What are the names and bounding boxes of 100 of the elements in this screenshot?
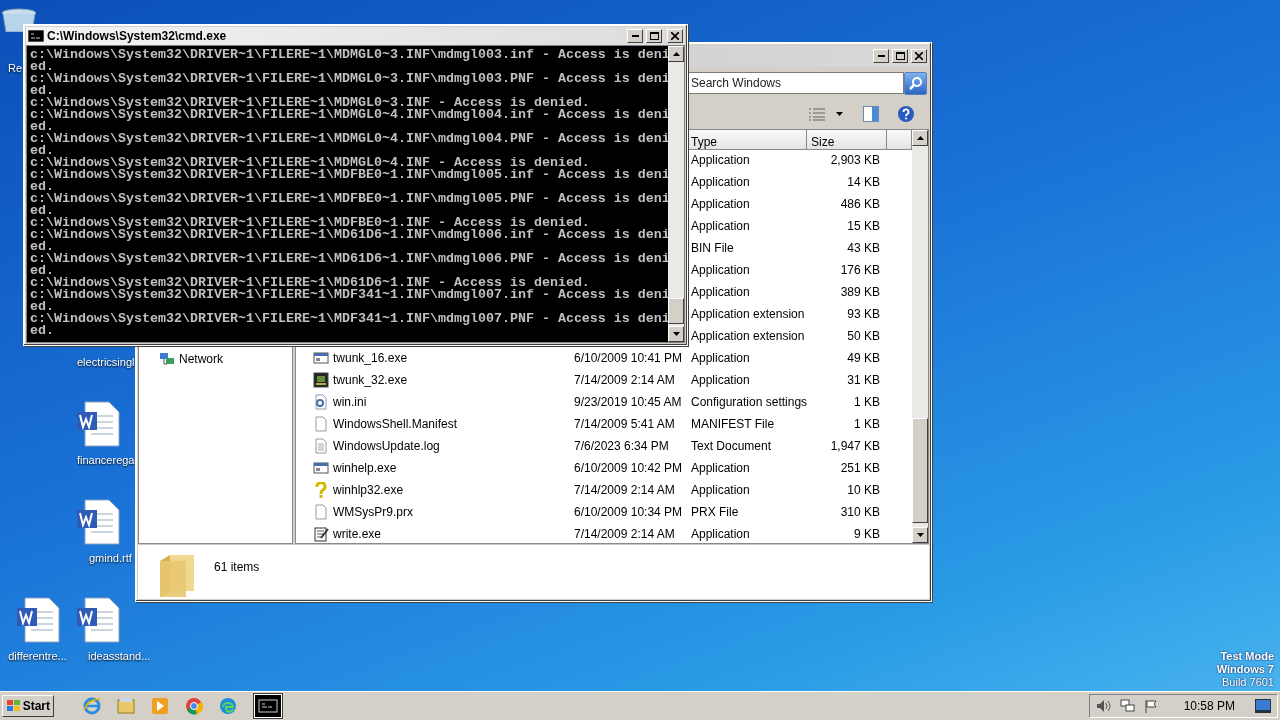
file-row[interactable]: win.ini 9/23/2019 10:45 AM Configuration settings 1 KB <box>296 391 912 413</box>
file-row[interactable]: WindowsShell.Manifest 7/14/2009 5:41 AM MANIFEST File 1 KB <box>296 413 912 435</box>
preview-pane-icon[interactable] <box>863 106 879 123</box>
file-type: Application <box>690 263 751 277</box>
console-line: c:\Windows\System32\DRIVER~1\FILERE~1\MDFBE0~1.INF - Access is denied. <box>30 217 590 229</box>
close-button[interactable] <box>911 49 927 63</box>
browser-e-icon <box>82 696 102 716</box>
file-type: Application <box>690 461 751 475</box>
file-size: 1 KB <box>853 395 881 409</box>
scroll-up-button[interactable] <box>668 46 684 62</box>
network-icon <box>159 352 175 366</box>
document-icon <box>75 400 121 448</box>
window-icon <box>313 460 329 476</box>
help-icon[interactable] <box>897 105 915 124</box>
date-modified: 7/14/2009 2:14 AM <box>574 527 675 541</box>
edge-icon <box>218 696 238 716</box>
scanner-icon <box>313 372 329 388</box>
navigation-item[interactable]: Network <box>159 350 292 368</box>
arrow-up-icon <box>916 136 924 140</box>
maximize-button[interactable] <box>892 49 908 63</box>
system-info-text: Build 7601 <box>1222 676 1274 689</box>
file-name: WindowsShell.Manifest <box>333 417 458 431</box>
file-row[interactable]: winhelp.exe 6/10/2009 10:42 PM Application 251 KB <box>296 457 912 479</box>
speaker-icon[interactable] <box>1095 699 1112 713</box>
scroll-thumb[interactable] <box>912 418 928 523</box>
file-type: Application extension <box>690 329 806 343</box>
file-type: Application extension <box>690 307 806 321</box>
file-row[interactable]: twunk_16.exe 6/10/2009 10:41 PM Application 49 KB <box>296 347 912 369</box>
desktop-icon-label[interactable]: financerega <box>75 454 135 466</box>
file-row[interactable]: WindowsUpdate.log 7/6/2023 6:34 PM Text Document 1,947 KB <box>296 435 912 457</box>
maximize-icon <box>649 32 659 40</box>
file-size: 2,903 KB <box>829 153 881 167</box>
window-title: C:\Windows\System32\cmd.exe <box>47 29 228 43</box>
date-modified: 7/14/2009 5:41 AM <box>574 417 675 431</box>
file-type: Application <box>690 527 751 541</box>
console-line: ed. <box>30 241 54 253</box>
column-header[interactable]: Size <box>807 130 887 150</box>
file-size: 310 KB <box>839 505 881 519</box>
maximize-button[interactable] <box>646 29 662 43</box>
arrow-down-icon <box>836 112 843 117</box>
document-icon <box>75 498 121 546</box>
desktop-icon-label[interactable]: electricsingl <box>75 356 135 368</box>
file-name: WindowsUpdate.log <box>333 439 440 453</box>
desktop-icon-label[interactable]: Re <box>0 62 23 74</box>
arrow-up-icon <box>672 52 680 56</box>
file-name: twunk_16.exe <box>333 351 408 365</box>
settings-file-icon <box>313 394 329 410</box>
start-button[interactable]: Start <box>2 695 54 717</box>
document-icon <box>14 596 61 644</box>
desktop-icon-label[interactable]: differentre... <box>8 650 67 662</box>
minimize-icon <box>631 35 639 37</box>
minimize-button[interactable] <box>627 29 643 43</box>
folder-icon <box>116 696 136 716</box>
search-button[interactable] <box>904 71 927 95</box>
file-size: 49 KB <box>846 351 881 365</box>
maximize-icon <box>895 52 905 60</box>
date-modified: 7/6/2023 6:34 PM <box>574 439 669 453</box>
network-icon[interactable] <box>1119 699 1136 713</box>
scroll-down-button[interactable] <box>668 326 684 342</box>
console-line: ed. <box>30 301 54 313</box>
dropdown-arrow-icon[interactable] <box>836 112 843 117</box>
date-modified: 9/23/2019 10:45 AM <box>574 395 682 409</box>
file-row[interactable]: WMSysPr9.prx 6/10/2009 10:34 PM PRX File 310 KB <box>296 501 912 523</box>
item-count: 61 items <box>214 560 260 574</box>
scrollbar[interactable] <box>668 46 684 342</box>
flag-icon[interactable] <box>1143 699 1158 713</box>
file-type: Application <box>690 373 751 387</box>
show-desktop-icon[interactable] <box>1255 699 1271 713</box>
scroll-up-button[interactable] <box>912 130 928 146</box>
file-name: winhlp32.exe <box>333 483 404 497</box>
desktop-icon-label[interactable]: gmind.rtf <box>75 552 132 564</box>
scrollbar[interactable] <box>912 130 928 543</box>
close-button[interactable] <box>667 29 683 43</box>
console-line: c:\Windows\System32\DRIVER~1\FILERE~1\MDMGL0~4.INF - Access is denied. <box>30 157 590 169</box>
scroll-thumb[interactable] <box>668 298 684 324</box>
console-line: c:\Windows\System32\DRIVER~1\FILERE~1\MD61D6~1.INF - Access is denied. <box>30 277 590 289</box>
file-type: Application <box>690 351 751 365</box>
clock[interactable]: 10:58 PM <box>1183 699 1235 713</box>
console-line: ed. <box>30 61 54 73</box>
close-icon <box>915 52 923 60</box>
file-row[interactable]: twunk_32.exe 7/14/2009 2:14 AM Application 31 KB <box>296 369 912 391</box>
desktop-icon-label[interactable]: ideasstand... <box>75 650 151 662</box>
console-line: ed. <box>30 205 54 217</box>
minimize-icon <box>877 55 885 57</box>
file-size: 251 KB <box>839 461 881 475</box>
system-info-text: Test Mode <box>1220 650 1274 663</box>
search-field[interactable]: Search Windows <box>687 72 904 95</box>
console-icon <box>258 696 278 716</box>
console-line: ed. <box>30 265 54 277</box>
scroll-down-button[interactable] <box>912 527 928 543</box>
taskbar-app-button[interactable] <box>254 694 282 718</box>
file-icon <box>313 416 329 432</box>
text-file-icon <box>313 438 329 454</box>
file-size: 50 KB <box>846 329 881 343</box>
minimize-button[interactable] <box>873 49 889 63</box>
file-type: Configuration settings <box>690 395 807 409</box>
file-row[interactable]: write.exe 7/14/2009 2:14 AM Application 9 KB <box>296 523 912 543</box>
column-header[interactable]: Type <box>687 130 807 150</box>
file-size: 14 KB <box>846 175 881 189</box>
file-row[interactable]: winhlp32.exe 7/14/2009 2:14 AM Application 10 KB <box>296 479 912 501</box>
